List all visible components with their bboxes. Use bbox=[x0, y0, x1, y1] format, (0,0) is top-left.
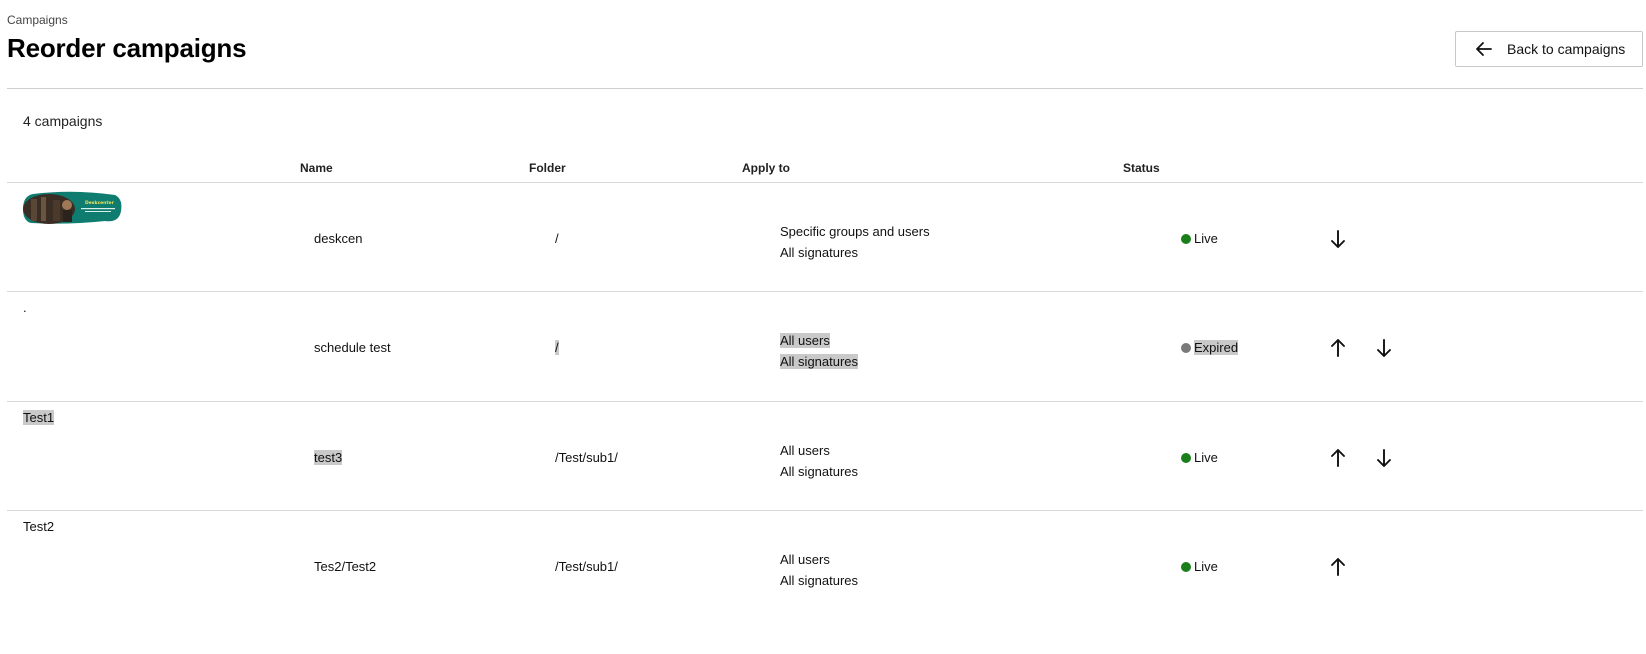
arrow-down-icon bbox=[1377, 339, 1391, 357]
campaign-folder: /Test/sub1/ bbox=[555, 559, 618, 574]
campaign-apply-to: All users All signatures bbox=[780, 549, 858, 591]
status-label: Live bbox=[1194, 559, 1218, 574]
apply-to-signatures: All signatures bbox=[780, 245, 859, 260]
campaign-name: deskcen bbox=[314, 231, 363, 246]
campaign-folder: /Test/sub1/ bbox=[555, 450, 618, 465]
banner-brand-text: Deskcenter bbox=[85, 200, 115, 206]
arrow-up-icon bbox=[1331, 558, 1345, 576]
column-header-apply-to: Apply to bbox=[742, 161, 790, 175]
arrow-up-icon bbox=[1331, 339, 1345, 357]
arrow-left-icon bbox=[1476, 42, 1492, 56]
back-to-campaigns-button[interactable]: Back to campaigns bbox=[1455, 31, 1643, 67]
apply-to-users: All users bbox=[780, 443, 830, 458]
status-badge: Live bbox=[1181, 450, 1218, 465]
move-down-button[interactable] bbox=[1326, 227, 1350, 251]
group-label: . bbox=[23, 300, 27, 315]
status-badge: Expired bbox=[1181, 340, 1239, 355]
campaign-apply-to: All users All signatures bbox=[780, 330, 859, 372]
table-row: Deskcenter deskcen / Specific groups and… bbox=[7, 182, 1643, 297]
column-header-folder: Folder bbox=[529, 161, 566, 175]
folder-text: / bbox=[555, 340, 559, 355]
group-label: Test2 bbox=[23, 519, 55, 534]
status-label: Live bbox=[1194, 450, 1218, 465]
table-row: Test2 Tes2/Test2 /Test/sub1/ All users A… bbox=[7, 510, 1643, 625]
campaign-name: schedule test bbox=[314, 340, 391, 355]
campaign-apply-to: Specific groups and users All signatures bbox=[780, 221, 930, 263]
campaign-apply-to: All users All signatures bbox=[780, 440, 858, 482]
status-dot-icon bbox=[1181, 561, 1191, 572]
status-label: Expired bbox=[1194, 340, 1239, 355]
campaign-banner-image: Deskcenter bbox=[23, 191, 122, 224]
back-button-label: Back to campaigns bbox=[1507, 41, 1626, 57]
status-badge: Live bbox=[1181, 231, 1218, 246]
breadcrumb[interactable]: Campaigns bbox=[7, 13, 68, 27]
move-down-button[interactable] bbox=[1372, 336, 1396, 360]
group-label: Test1 bbox=[23, 410, 55, 425]
move-up-button[interactable] bbox=[1326, 336, 1350, 360]
group-label-text: Test1 bbox=[23, 410, 55, 425]
apply-to-signatures: All signatures bbox=[780, 464, 859, 479]
apply-to-users: Specific groups and users bbox=[780, 224, 930, 239]
move-up-button[interactable] bbox=[1326, 446, 1350, 470]
header-divider bbox=[7, 88, 1643, 89]
apply-to-users: All users bbox=[780, 333, 830, 348]
apply-to-signatures: All signatures bbox=[780, 573, 859, 588]
campaign-count: 4 campaigns bbox=[23, 113, 103, 129]
column-header-name: Name bbox=[300, 161, 333, 175]
page-title: Reorder campaigns bbox=[7, 33, 247, 63]
campaign-folder: / bbox=[555, 340, 559, 355]
status-label: Live bbox=[1194, 231, 1218, 246]
apply-to-signatures: All signatures bbox=[780, 354, 859, 369]
campaign-name-text: test3 bbox=[314, 450, 343, 465]
column-header-status: Status bbox=[1123, 161, 1160, 175]
table-row: Test1 test3 /Test/sub1/ All users All si… bbox=[7, 401, 1643, 516]
campaign-name: test3 bbox=[314, 450, 343, 465]
arrow-up-icon bbox=[1331, 449, 1345, 467]
move-down-button[interactable] bbox=[1372, 446, 1396, 470]
campaign-folder: / bbox=[555, 231, 559, 246]
move-up-button[interactable] bbox=[1326, 555, 1350, 579]
status-dot-icon bbox=[1181, 342, 1191, 353]
status-dot-icon bbox=[1181, 233, 1191, 244]
status-badge: Live bbox=[1181, 559, 1218, 574]
arrow-down-icon bbox=[1377, 449, 1391, 467]
status-dot-icon bbox=[1181, 452, 1191, 463]
campaign-name: Tes2/Test2 bbox=[314, 559, 377, 574]
table-row: . schedule test / All users All signatur… bbox=[7, 291, 1643, 406]
arrow-down-icon bbox=[1331, 230, 1345, 248]
apply-to-users: All users bbox=[780, 552, 830, 567]
